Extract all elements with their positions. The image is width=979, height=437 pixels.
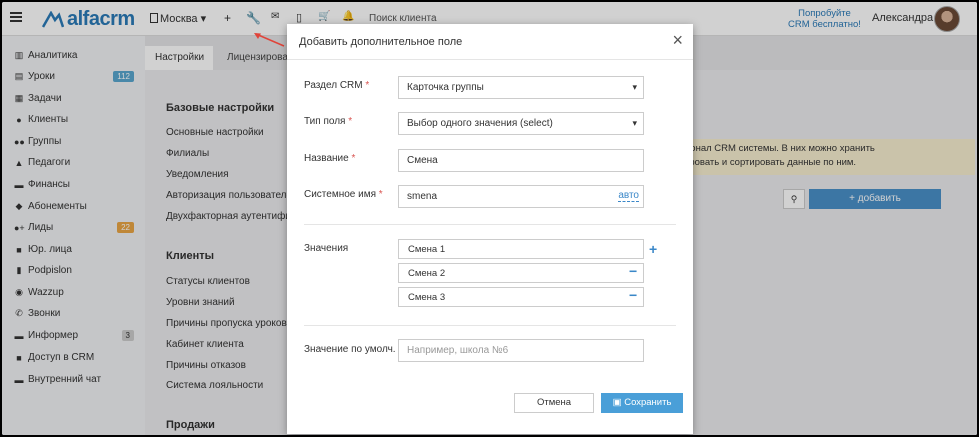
values-label: Значения [304,243,349,254]
name-input[interactable]: Смена [398,149,644,172]
sysname-input[interactable]: smena авто [398,185,644,208]
section-label-text: Раздел CRM [304,80,363,91]
required-mark: * [378,189,383,200]
remove-value-icon[interactable]: − [629,288,637,302]
required-mark: * [351,153,356,164]
name-label: Название * [304,153,355,164]
modal-title: Добавить дополнительное поле [299,36,463,48]
app-window: alfacrm Москва ▾ + 🔧 ✉ ▯ 🛒 🔔 Поиск клиен… [2,2,977,435]
modal-header: Добавить дополнительное поле × [287,24,693,60]
section-select[interactable]: Карточка группы ▾ [398,76,644,99]
value-input-3[interactable]: Смена 3 [398,287,644,307]
divider [304,224,676,225]
floppy-icon: ▣ [612,397,622,408]
save-label: Сохранить [624,397,672,408]
name-label-text: Название [304,153,349,164]
add-value-icon[interactable]: + [649,242,657,256]
close-icon[interactable]: × [672,31,683,49]
section-select-value: Карточка группы [407,82,484,93]
add-field-modal: Добавить дополнительное поле × Раздел CR… [287,24,693,434]
remove-value-icon[interactable]: − [629,264,637,278]
default-value-label: Значение по умолч. [304,344,396,355]
required-mark: * [365,80,370,91]
type-select-value: Выбор одного значения (select) [407,118,553,129]
type-label: Тип поля * [304,116,352,127]
divider [304,325,676,326]
sysname-label-text: Системное имя [304,189,377,200]
save-button[interactable]: ▣ Сохранить [601,393,683,413]
sysname-label: Системное имя * [304,189,383,200]
cancel-button[interactable]: Отмена [514,393,594,413]
type-select[interactable]: Выбор одного значения (select) ▾ [398,112,644,135]
chevron-down-icon: ▾ [632,118,637,128]
sysname-value: smena [407,191,438,202]
value-input-2[interactable]: Смена 2 [398,263,644,283]
type-label-text: Тип поля [304,116,346,127]
required-mark: * [348,116,353,127]
section-label: Раздел CRM * [304,80,369,91]
annotation-arrow-icon [254,33,285,47]
chevron-down-icon: ▾ [632,82,637,92]
value-input-1[interactable]: Смена 1 [398,239,644,259]
auto-link[interactable]: авто [618,190,639,202]
default-value-input[interactable]: Например, школа №6 [398,339,644,362]
